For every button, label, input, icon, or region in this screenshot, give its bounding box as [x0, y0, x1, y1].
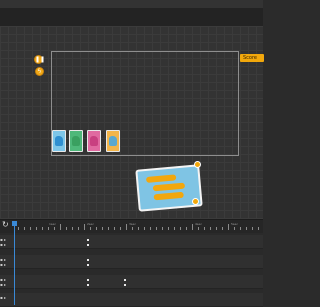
- track-controls[interactable]: ▪ ▸ ▪ ▸: [0, 257, 12, 267]
- ruler-label: 4sec: [195, 222, 202, 226]
- keyframe[interactable]: [87, 244, 89, 246]
- pink-creature-card[interactable]: [87, 130, 101, 152]
- ruler-label: 2sec: [87, 222, 94, 226]
- orange-creature-card[interactable]: [106, 130, 120, 152]
- refresh-icon[interactable]: ↻: [2, 220, 10, 230]
- track-controls[interactable]: ▪ ▸ ▪ ▸: [0, 277, 12, 287]
- timeline-track[interactable]: ▪ ▸ ▪ ▸: [0, 255, 263, 269]
- ruler-label: 3sec: [129, 222, 136, 226]
- pause-icon[interactable]: ❚❚: [34, 55, 45, 64]
- track-controls[interactable]: ▪ ▸: [0, 295, 12, 305]
- dialog-option-1[interactable]: [145, 174, 177, 183]
- dialog-panel[interactable]: [135, 164, 203, 212]
- keyframe[interactable]: [124, 279, 126, 281]
- star-icon: [194, 161, 201, 168]
- playhead[interactable]: [14, 221, 15, 305]
- creature-icon: [72, 136, 80, 146]
- keyframe[interactable]: [87, 239, 89, 241]
- keyframe[interactable]: [87, 264, 89, 266]
- track-controls[interactable]: ▪ ▸ ▪ ▸: [0, 237, 12, 247]
- ruler-label: 1sec: [49, 222, 56, 226]
- green-creature-card[interactable]: [69, 130, 83, 152]
- timeline-tracks: ▪ ▸ ▪ ▸ ▪ ▸ ▪ ▸ ▪ ▸ ▪ ▸ ▪ ▸: [0, 233, 263, 307]
- ruler-label: 5sec: [231, 222, 238, 226]
- score-label[interactable]: Score: [240, 54, 264, 62]
- lightning-icon[interactable]: ϟ: [35, 67, 44, 76]
- blue-creature-card[interactable]: [52, 130, 66, 152]
- close-icon[interactable]: [192, 198, 199, 205]
- creature-icon: [109, 136, 117, 146]
- timeline-track[interactable]: ▪ ▸ ▪ ▸: [0, 275, 263, 289]
- dialog-option-2[interactable]: [152, 182, 186, 192]
- creature-icon: [90, 136, 98, 146]
- keyframe[interactable]: [87, 279, 89, 281]
- timeline-ruler[interactable]: 1sec 2sec 3sec 4sec 5sec: [18, 222, 263, 230]
- dialog-option-3[interactable]: [153, 191, 184, 201]
- creature-icon: [55, 136, 63, 146]
- keyframe[interactable]: [87, 284, 89, 286]
- keyframe[interactable]: [87, 259, 89, 261]
- toolbar: [0, 8, 263, 26]
- keyframe[interactable]: [124, 284, 126, 286]
- timeline-track[interactable]: ▪ ▸ ▪ ▸: [0, 235, 263, 249]
- top-menu-bar: [0, 0, 263, 8]
